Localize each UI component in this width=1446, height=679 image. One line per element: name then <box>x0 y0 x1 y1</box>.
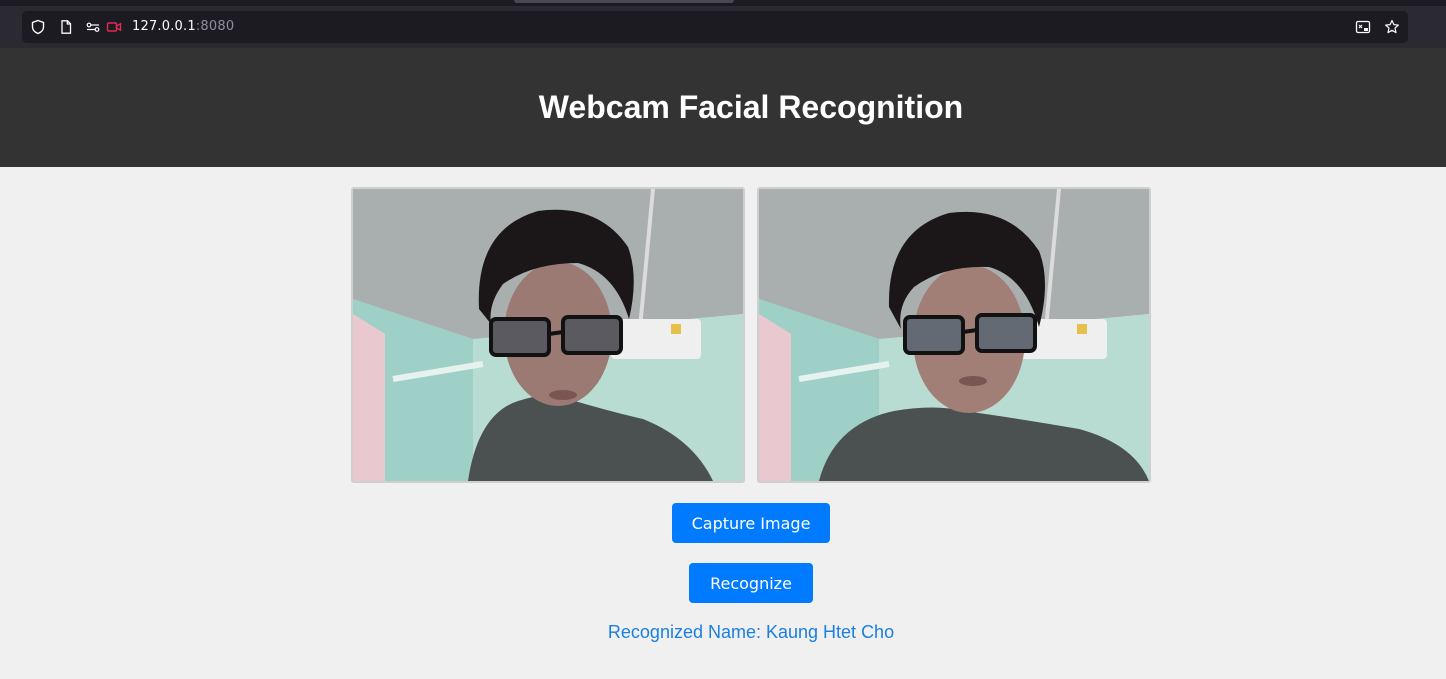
bookmark-star-icon[interactable] <box>1384 19 1400 35</box>
url-text[interactable]: 127.0.0.1:8080 <box>132 18 234 36</box>
active-tab[interactable] <box>514 0 734 3</box>
recognition-result: Recognized Name: Kaung Htet Cho <box>0 622 1446 643</box>
address-bar[interactable]: 127.0.0.1:8080 <box>22 11 1408 43</box>
webcam-video <box>351 187 745 483</box>
shield-icon[interactable] <box>30 19 46 35</box>
recognized-name: Kaung Htet Cho <box>766 622 895 642</box>
camera-active-icon[interactable] <box>106 19 122 35</box>
webcam-video-frame <box>353 189 743 481</box>
page-icon[interactable] <box>58 19 74 35</box>
captured-image-frame <box>759 189 1149 481</box>
recognized-name-prefix: Recognized Name: <box>607 622 766 642</box>
url-host: 127.0.0.1 <box>132 19 196 34</box>
permissions-icon[interactable] <box>85 19 101 35</box>
browser-toolbar: 127.0.0.1:8080 <box>0 0 1446 48</box>
url-port: :8080 <box>195 19 235 34</box>
reader-mode-icon[interactable] <box>1355 19 1371 35</box>
captured-image <box>757 187 1151 483</box>
capture-image-button[interactable]: Capture Image <box>672 503 830 543</box>
page-title: Webcam Facial Recognition <box>538 89 964 125</box>
recognize-button[interactable]: Recognize <box>689 563 813 603</box>
page-header: Webcam Facial Recognition <box>0 48 1446 167</box>
